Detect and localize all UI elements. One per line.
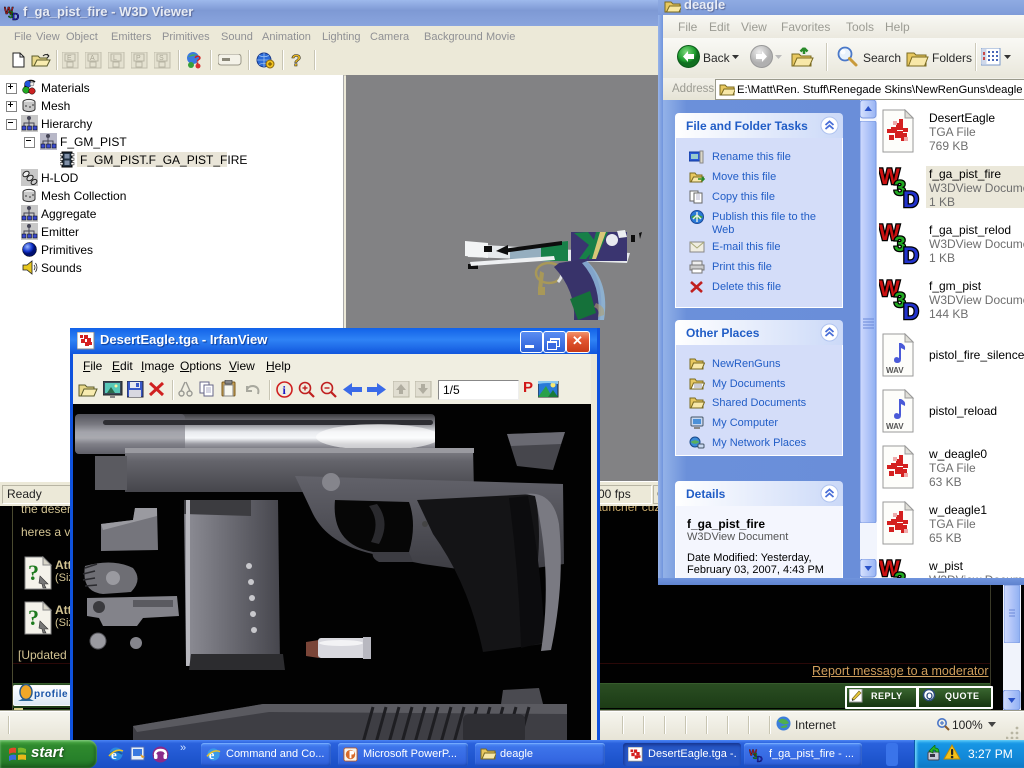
svg-text:D: D (903, 299, 919, 322)
svg-text:S: S (159, 55, 164, 62)
svg-text:?: ? (28, 605, 39, 630)
svg-text:E: E (67, 55, 72, 62)
svg-text:D: D (12, 12, 19, 21)
svg-text:e: e (209, 748, 215, 762)
svg-text:L: L (113, 55, 117, 62)
svg-text:D: D (757, 754, 763, 763)
svg-text:?: ? (291, 51, 301, 70)
svg-text:A: A (90, 55, 95, 62)
svg-text:D: D (903, 243, 919, 266)
svg-text:WAV: WAV (886, 366, 904, 375)
svg-text:WAV: WAV (886, 422, 904, 431)
svg-text:e: e (111, 747, 117, 762)
svg-text:3: 3 (894, 569, 906, 578)
svg-text:i: i (283, 383, 287, 397)
svg-text:Q: Q (926, 691, 933, 701)
svg-text:?: ? (28, 560, 39, 585)
svg-text:D: D (903, 187, 919, 210)
svg-text:P: P (136, 55, 141, 62)
